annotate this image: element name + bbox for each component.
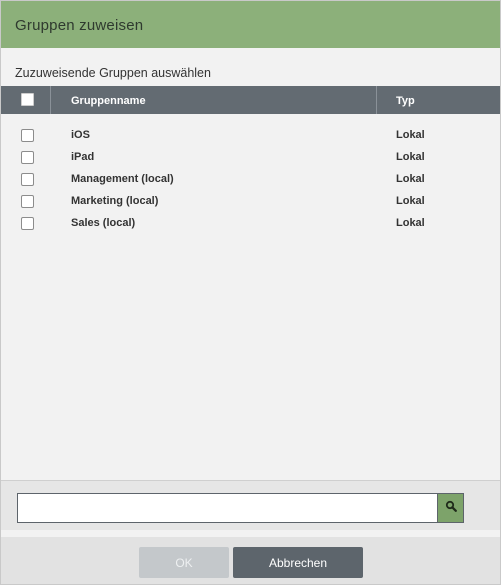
ok-button[interactable]: OK [139, 547, 229, 578]
group-list: iOS Lokal iPad Lokal Management (local) … [1, 125, 500, 235]
group-name: Sales (local) [71, 217, 136, 229]
group-type: Lokal [396, 173, 425, 185]
table-row[interactable]: Sales (local) Lokal [1, 213, 500, 235]
row-checkbox[interactable] [21, 217, 34, 230]
table-row[interactable]: iOS Lokal [1, 125, 500, 147]
row-checkbox[interactable] [21, 151, 34, 164]
dialog-title: Gruppen zuweisen [1, 1, 500, 48]
column-header-name[interactable]: Gruppenname [71, 95, 146, 107]
cancel-button[interactable]: Abbrechen [233, 547, 363, 578]
assign-groups-dialog: Gruppen zuweisen Zuzuweisende Gruppen au… [0, 0, 501, 585]
group-name: iOS [71, 129, 90, 141]
column-divider [50, 86, 51, 114]
column-divider [376, 86, 377, 114]
group-type: Lokal [396, 217, 425, 229]
group-name: iPad [71, 151, 95, 163]
row-checkbox[interactable] [21, 173, 34, 186]
select-all-checkbox[interactable] [21, 93, 34, 106]
search-icon [445, 499, 457, 517]
search-input[interactable] [17, 493, 437, 523]
group-type: Lokal [396, 151, 425, 163]
section-label: Zuzuweisende Gruppen auswählen [15, 66, 211, 80]
row-checkbox[interactable] [21, 195, 34, 208]
column-header-type[interactable]: Typ [396, 95, 415, 107]
group-type: Lokal [396, 129, 425, 141]
table-row[interactable]: Marketing (local) Lokal [1, 191, 500, 213]
dialog-footer: OK Abbrechen [1, 537, 500, 584]
group-type: Lokal [396, 195, 425, 207]
search-button[interactable] [437, 493, 464, 523]
table-row[interactable]: Management (local) Lokal [1, 169, 500, 191]
group-name: Marketing (local) [71, 195, 159, 207]
row-checkbox[interactable] [21, 129, 34, 142]
search-bar [1, 480, 500, 530]
table-row[interactable]: iPad Lokal [1, 147, 500, 169]
group-name: Management (local) [71, 173, 174, 185]
table-header: Gruppenname Typ [1, 86, 500, 114]
